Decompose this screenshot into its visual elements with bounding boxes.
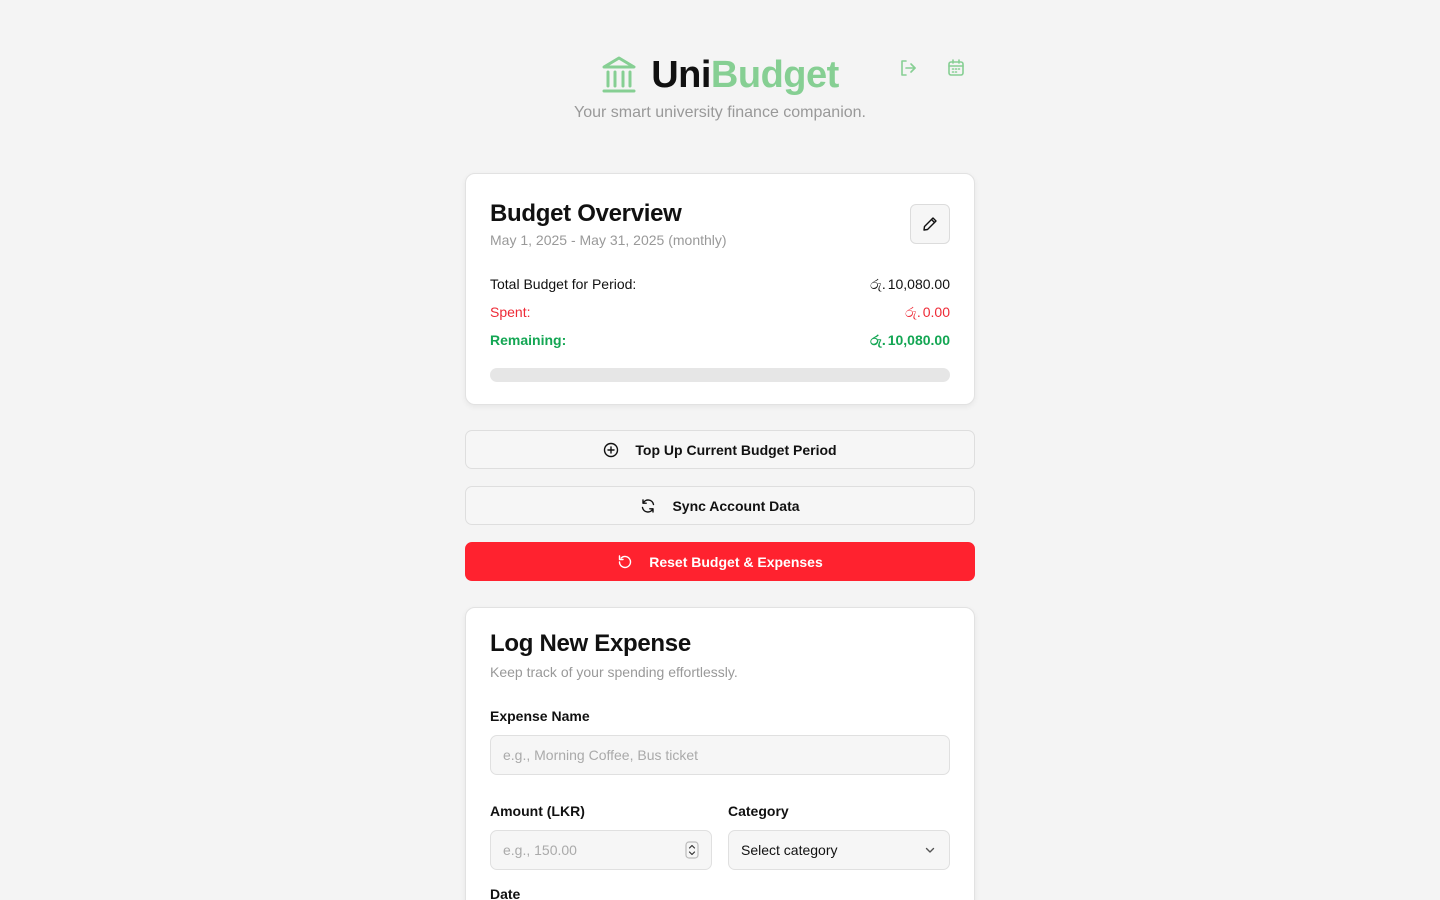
sync-account-button[interactable]: Sync Account Data <box>465 486 975 525</box>
refresh-icon <box>642 498 655 513</box>
category-label: Category <box>728 803 789 819</box>
reset-budget-button[interactable]: Reset Budget & Expenses <box>465 542 975 581</box>
currency-symbol: රු. <box>870 331 886 348</box>
currency-symbol: රු. <box>870 275 886 292</box>
spent-value: 0.00 <box>922 304 950 320</box>
expense-form-title: Log New Expense <box>490 630 691 657</box>
category-selected-value: Select category <box>741 842 838 858</box>
overview-title: Budget Overview <box>490 200 682 227</box>
amount-placeholder: e.g., 150.00 <box>503 842 577 858</box>
app-title-part1: Uni <box>651 54 711 96</box>
currency-symbol: රු. <box>905 303 921 320</box>
app-title: UniBudget <box>651 52 839 98</box>
expense-name-input[interactable]: e.g., Morning Coffee, Bus ticket <box>490 735 950 775</box>
app-header: UniBudget Your smart university finance … <box>0 52 1440 122</box>
overview-period: May 1, 2025 - May 31, 2025 (monthly) <box>490 232 727 248</box>
logout-icon[interactable] <box>898 58 918 78</box>
reset-budget-label: Reset Budget & Expenses <box>649 553 823 570</box>
total-budget-amount: රු. 10,080.00 <box>870 276 950 293</box>
expense-name-placeholder: e.g., Morning Coffee, Bus ticket <box>503 747 699 763</box>
app-tagline: Your smart university finance companion. <box>574 104 866 121</box>
brand: UniBudget <box>601 52 839 98</box>
total-budget-label: Total Budget for Period: <box>490 276 637 292</box>
top-up-label: Top Up Current Budget Period <box>635 441 837 458</box>
spent-row: Spent: රු. 0.00 <box>490 298 950 326</box>
calendar-icon[interactable] <box>946 58 966 78</box>
chevron-down-icon <box>925 847 935 853</box>
remaining-amount: රු. 10,080.00 <box>870 332 950 349</box>
date-label: Date <box>490 886 521 900</box>
log-expense-card: Log New Expense Keep track of your spend… <box>465 607 975 900</box>
spent-amount: රු. 0.00 <box>905 304 950 321</box>
app-title-part2: Budget <box>710 54 839 96</box>
pencil-icon <box>923 217 937 231</box>
remaining-label: Remaining: <box>490 332 567 348</box>
category-select[interactable]: Select category <box>728 830 950 870</box>
remaining-row: Remaining: රු. 10,080.00 <box>490 326 950 354</box>
plus-circle-icon <box>604 442 619 457</box>
amount-label: Amount (LKR) <box>490 803 585 819</box>
bank-icon <box>601 55 637 95</box>
top-up-button[interactable]: Top Up Current Budget Period <box>465 430 975 469</box>
amount-input[interactable]: e.g., 150.00 <box>490 830 712 870</box>
expense-form-subtitle: Keep track of your spending effortlessly… <box>490 664 738 680</box>
budget-progress-bar <box>490 368 950 382</box>
total-budget-value: 10,080.00 <box>887 276 950 292</box>
rotate-ccw-icon <box>619 554 632 568</box>
spent-label: Spent: <box>490 304 531 320</box>
remaining-value: 10,080.00 <box>887 332 950 348</box>
number-stepper-icon[interactable] <box>685 841 699 859</box>
edit-budget-button[interactable] <box>910 204 950 244</box>
total-budget-row: Total Budget for Period: රු. 10,080.00 <box>490 270 950 298</box>
budget-overview-card: Budget Overview May 1, 2025 - May 31, 20… <box>465 173 975 405</box>
expense-name-label: Expense Name <box>490 708 590 724</box>
sync-account-label: Sync Account Data <box>672 497 800 514</box>
